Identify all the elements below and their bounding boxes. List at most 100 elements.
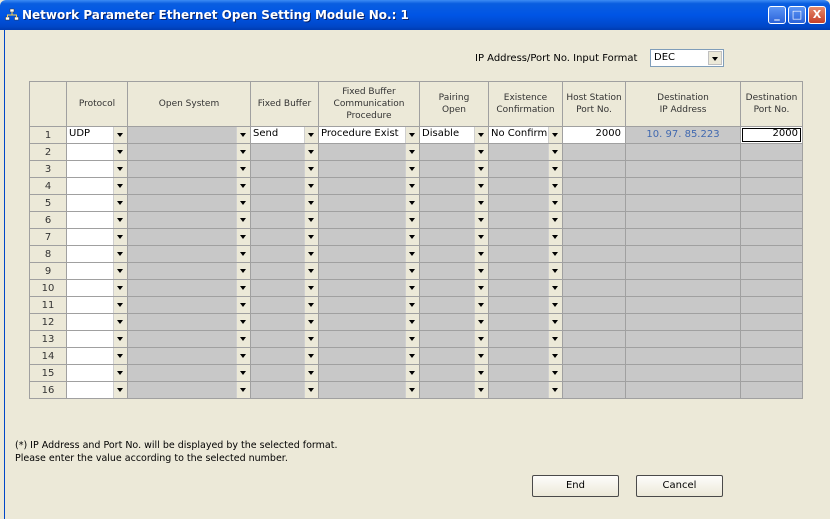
protocol-select[interactable] [66, 245, 128, 263]
chevron-down-icon[interactable] [474, 195, 488, 211]
host-port-input[interactable] [562, 228, 626, 246]
procedure-select[interactable] [318, 313, 420, 331]
procedure-select[interactable] [318, 160, 420, 178]
chevron-down-icon[interactable] [236, 212, 250, 228]
existence-confirmation-select[interactable] [488, 177, 563, 195]
chevron-down-icon[interactable] [405, 246, 419, 262]
chevron-down-icon[interactable] [548, 212, 562, 228]
destination-port-input[interactable] [740, 296, 803, 314]
procedure-select[interactable] [318, 194, 420, 212]
destination-port-input[interactable] [740, 228, 803, 246]
chevron-down-icon[interactable] [405, 212, 419, 228]
destination-port-input[interactable] [740, 279, 803, 297]
destination-ip-field[interactable] [625, 381, 741, 399]
fixed-buffer-select[interactable] [250, 228, 319, 246]
maximize-button[interactable]: □ [788, 6, 806, 24]
chevron-down-icon[interactable] [304, 178, 318, 194]
protocol-select[interactable] [66, 228, 128, 246]
chevron-down-icon[interactable] [113, 127, 127, 143]
destination-ip-field[interactable] [625, 347, 741, 365]
open-system-select[interactable] [127, 194, 251, 212]
destination-port-input[interactable] [740, 330, 803, 348]
chevron-down-icon[interactable] [113, 365, 127, 381]
fixed-buffer-select[interactable] [250, 279, 319, 297]
chevron-down-icon[interactable] [113, 178, 127, 194]
chevron-down-icon[interactable] [548, 195, 562, 211]
destination-ip-field[interactable] [625, 364, 741, 382]
chevron-down-icon[interactable] [304, 331, 318, 347]
protocol-select[interactable] [66, 262, 128, 280]
protocol-select[interactable] [66, 364, 128, 382]
protocol-select[interactable] [66, 177, 128, 195]
chevron-down-icon[interactable] [304, 246, 318, 262]
procedure-select[interactable] [318, 245, 420, 263]
existence-confirmation-select[interactable] [488, 296, 563, 314]
chevron-down-icon[interactable] [474, 246, 488, 262]
chevron-down-icon[interactable] [548, 348, 562, 364]
open-system-select[interactable] [127, 279, 251, 297]
destination-port-input[interactable] [740, 313, 803, 331]
host-port-input[interactable]: 2000 [562, 126, 626, 144]
protocol-select[interactable] [66, 160, 128, 178]
pairing-open-select[interactable] [419, 228, 489, 246]
chevron-down-icon[interactable] [236, 348, 250, 364]
existence-confirmation-select[interactable] [488, 211, 563, 229]
pairing-open-select[interactable] [419, 143, 489, 161]
chevron-down-icon[interactable] [474, 212, 488, 228]
chevron-down-icon[interactable] [236, 297, 250, 313]
destination-ip-field[interactable] [625, 160, 741, 178]
chevron-down-icon[interactable] [236, 144, 250, 160]
existence-confirmation-select[interactable] [488, 262, 563, 280]
chevron-down-icon[interactable] [708, 51, 722, 65]
pairing-open-select[interactable]: Disable [419, 126, 489, 144]
procedure-select[interactable] [318, 262, 420, 280]
chevron-down-icon[interactable] [304, 280, 318, 296]
destination-port-input[interactable] [740, 347, 803, 365]
chevron-down-icon[interactable] [113, 263, 127, 279]
chevron-down-icon[interactable] [474, 144, 488, 160]
chevron-down-icon[interactable] [548, 127, 562, 143]
pairing-open-select[interactable] [419, 364, 489, 382]
existence-confirmation-select[interactable] [488, 364, 563, 382]
procedure-select[interactable]: Procedure Exist [318, 126, 420, 144]
chevron-down-icon[interactable] [405, 280, 419, 296]
chevron-down-icon[interactable] [405, 314, 419, 330]
fixed-buffer-select[interactable] [250, 381, 319, 399]
chevron-down-icon[interactable] [405, 195, 419, 211]
host-port-input[interactable] [562, 160, 626, 178]
fixed-buffer-select[interactable] [250, 296, 319, 314]
host-port-input[interactable] [562, 381, 626, 399]
chevron-down-icon[interactable] [548, 161, 562, 177]
fixed-buffer-select[interactable] [250, 143, 319, 161]
chevron-down-icon[interactable] [236, 229, 250, 245]
chevron-down-icon[interactable] [474, 229, 488, 245]
chevron-down-icon[interactable] [405, 263, 419, 279]
chevron-down-icon[interactable] [548, 365, 562, 381]
destination-port-input[interactable] [740, 381, 803, 399]
chevron-down-icon[interactable] [236, 280, 250, 296]
pairing-open-select[interactable] [419, 347, 489, 365]
open-system-select[interactable] [127, 126, 251, 144]
protocol-select[interactable] [66, 347, 128, 365]
protocol-select[interactable] [66, 296, 128, 314]
protocol-select[interactable] [66, 279, 128, 297]
chevron-down-icon[interactable] [474, 314, 488, 330]
existence-confirmation-select[interactable] [488, 330, 563, 348]
chevron-down-icon[interactable] [113, 195, 127, 211]
chevron-down-icon[interactable] [304, 297, 318, 313]
chevron-down-icon[interactable] [236, 314, 250, 330]
destination-ip-field[interactable] [625, 279, 741, 297]
procedure-select[interactable] [318, 228, 420, 246]
procedure-select[interactable] [318, 177, 420, 195]
pairing-open-select[interactable] [419, 211, 489, 229]
host-port-input[interactable] [562, 177, 626, 195]
host-port-input[interactable] [562, 347, 626, 365]
chevron-down-icon[interactable] [548, 331, 562, 347]
destination-port-input[interactable] [740, 160, 803, 178]
end-button[interactable]: End [532, 475, 619, 497]
fixed-buffer-select[interactable] [250, 160, 319, 178]
chevron-down-icon[interactable] [405, 144, 419, 160]
chevron-down-icon[interactable] [548, 144, 562, 160]
chevron-down-icon[interactable] [548, 229, 562, 245]
destination-port-input[interactable]: 2000 [740, 126, 803, 144]
